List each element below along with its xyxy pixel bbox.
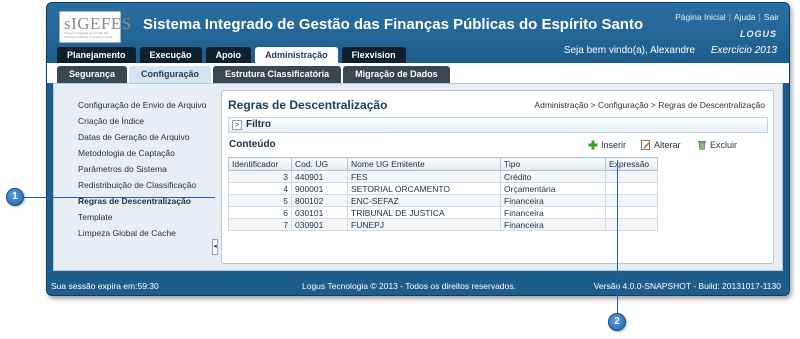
callout-2-line xyxy=(617,160,618,313)
sidebar-item-criacao-indice[interactable]: Criação de Índice xyxy=(78,116,144,126)
col-expressao[interactable]: Expressão xyxy=(605,157,658,171)
table-row[interactable]: 4 900001 SETORIAL ORCAMENTO Orçamentária xyxy=(228,182,658,195)
cell-cod-ug: 030101 xyxy=(291,206,348,219)
col-nome-ug[interactable]: Nome UG Emitente xyxy=(347,157,501,171)
cell-identificador: 7 xyxy=(228,218,292,231)
tab-execucao[interactable]: Execução xyxy=(139,47,202,63)
link-separator: | xyxy=(728,12,731,22)
sigefes-logo: sIGEFES Sistema Integrado de Gestão das … xyxy=(59,11,131,43)
page-title: Regras de Descentralização xyxy=(228,98,388,112)
sub-tabs: Segurança Configuração Estrutura Classif… xyxy=(57,66,452,83)
cell-nome-ug: SETORIAL ORCAMENTO xyxy=(347,182,501,195)
home-link[interactable]: Página Inicial xyxy=(675,12,726,22)
cell-nome-ug: FES xyxy=(347,170,501,183)
cell-expressao xyxy=(605,218,658,231)
col-tipo[interactable]: Tipo xyxy=(500,157,606,171)
footer: Sua sessão expira em:59:30 Logus Tecnolo… xyxy=(47,275,789,295)
cell-identificador: 3 xyxy=(228,170,292,183)
main-panel: Regras de Descentralização Administração… xyxy=(221,90,774,264)
cell-expressao xyxy=(605,206,658,219)
session-timer: Sua sessão expira em:59:30 xyxy=(51,281,159,291)
table-header-row: Identificador Cod. UG Nome UG Emitente T… xyxy=(228,157,658,171)
app-window: sIGEFES Sistema Integrado de Gestão das … xyxy=(46,2,790,296)
logout-link[interactable]: Sair xyxy=(764,12,779,22)
callout-1-line xyxy=(23,197,215,198)
cell-expressao xyxy=(605,170,658,183)
tab-planejamento[interactable]: Planejamento xyxy=(57,47,136,63)
table-row[interactable]: 3 440901 FES Crédito xyxy=(228,170,658,183)
cell-nome-ug: TRIBUNAL DE JUSTICA xyxy=(347,206,501,219)
filter-panel[interactable]: > Filtro xyxy=(228,117,768,133)
cell-cod-ug: 800102 xyxy=(291,194,348,207)
plus-icon xyxy=(588,140,598,150)
main-tabs: Planejamento Execução Apoio Administraçã… xyxy=(57,47,410,63)
version-info: Versão 4.0.0-SNAPSHOT - Build: 20131017-… xyxy=(593,281,781,291)
tab-configuracao[interactable]: Configuração xyxy=(129,66,212,83)
cell-identificador: 4 xyxy=(228,182,292,195)
logus-logo: LOGUS xyxy=(739,29,777,39)
sidebar-item-parametros[interactable]: Parâmetros do Sistema xyxy=(78,164,167,174)
cell-cod-ug: 900001 xyxy=(291,182,348,195)
insert-button[interactable]: Inserir xyxy=(588,140,626,150)
tab-apoio[interactable]: Apoio xyxy=(205,47,252,63)
tab-administracao[interactable]: Administração xyxy=(255,47,338,63)
edit-button[interactable]: Alterar xyxy=(641,140,681,150)
content-label: Conteúdo xyxy=(229,139,276,150)
tab-flexvision[interactable]: Flexvision xyxy=(341,47,406,63)
table-row[interactable]: 7 030901 FUNEPJ Financeira xyxy=(228,218,658,231)
filter-label: Filtro xyxy=(246,119,271,130)
delete-button[interactable]: Excluir xyxy=(697,140,737,150)
sidebar-item-limpeza-cache[interactable]: Limpeza Global de Cache xyxy=(78,228,176,238)
sidebar-item-datas-geracao[interactable]: Datas de Geração de Arquivo xyxy=(78,132,190,142)
cell-identificador: 6 xyxy=(228,206,292,219)
delete-label: Excluir xyxy=(710,140,738,150)
top-links: Página Inicial | Ajuda | Sair xyxy=(675,12,779,22)
insert-label: Inserir xyxy=(601,140,627,150)
cell-expressao xyxy=(605,194,658,207)
sidebar-item-envio-arquivo[interactable]: Configuração de Envio de Arquivo xyxy=(78,100,207,110)
sidebar-item-metodologia[interactable]: Metodologia de Captação xyxy=(78,148,175,158)
tab-seguranca[interactable]: Segurança xyxy=(57,66,128,83)
callout-1: 1 xyxy=(6,188,24,206)
cell-tipo: Orçamentária xyxy=(500,182,606,195)
cell-tipo: Financeira xyxy=(500,218,606,231)
tab-migracao-de-dados[interactable]: Migração de Dados xyxy=(343,66,450,83)
callout-2: 2 xyxy=(608,313,626,331)
copyright: Logus Tecnologia © 2013 - Todos os direi… xyxy=(302,281,516,291)
cell-nome-ug: FUNEPJ xyxy=(347,218,501,231)
trash-icon xyxy=(698,141,706,150)
content-toolbar: Conteúdo Inserir Alterar Excluir xyxy=(228,138,768,154)
col-identificador[interactable]: Identificador xyxy=(228,157,292,171)
content-area: Configuração de Envio de Arquivo Criação… xyxy=(53,83,783,271)
sidebar-item-redistribuicao[interactable]: Redistribuição de Classificação xyxy=(78,180,196,190)
cell-tipo: Financeira xyxy=(500,206,606,219)
breadcrumb: Administração > Configuração > Regras de… xyxy=(534,100,765,110)
sidebar: Configuração de Envio de Arquivo Criação… xyxy=(56,86,218,258)
col-cod-ug[interactable]: Cod. UG xyxy=(291,157,348,171)
logo-subtext: Sistema Integrado de Gestão das Finanças… xyxy=(64,31,113,39)
cell-nome-ug: ENC-SEFAZ xyxy=(347,194,501,207)
header: sIGEFES Sistema Integrado de Gestão das … xyxy=(47,3,789,63)
fiscal-year: Exercício 2013 xyxy=(710,45,777,56)
cell-cod-ug: 440901 xyxy=(291,170,348,183)
tab-estrutura-classificatoria[interactable]: Estrutura Classificatória xyxy=(213,66,342,83)
sidebar-item-template[interactable]: Template xyxy=(78,212,113,222)
cell-identificador: 5 xyxy=(228,194,292,207)
rules-table: Identificador Cod. UG Nome UG Emitente T… xyxy=(228,157,658,231)
edit-label: Alterar xyxy=(654,140,681,150)
help-link[interactable]: Ajuda xyxy=(734,12,756,22)
cell-cod-ug: 030901 xyxy=(291,218,348,231)
expand-icon[interactable]: > xyxy=(232,120,242,130)
edit-icon xyxy=(641,140,651,150)
link-separator: | xyxy=(758,12,761,22)
app-title: Sistema Integrado de Gestão das Finanças… xyxy=(143,16,644,33)
cell-tipo: Crédito xyxy=(500,170,606,183)
cell-expressao xyxy=(605,182,658,195)
table-row[interactable]: 6 030101 TRIBUNAL DE JUSTICA Financeira xyxy=(228,206,658,219)
sidebar-collapse-button[interactable]: ◂ xyxy=(212,239,218,255)
table-row[interactable]: 5 800102 ENC-SEFAZ Financeira xyxy=(228,194,658,207)
welcome-text: Seja bem vindo(a), Alexandre xyxy=(563,45,695,56)
cell-tipo: Financeira xyxy=(500,194,606,207)
